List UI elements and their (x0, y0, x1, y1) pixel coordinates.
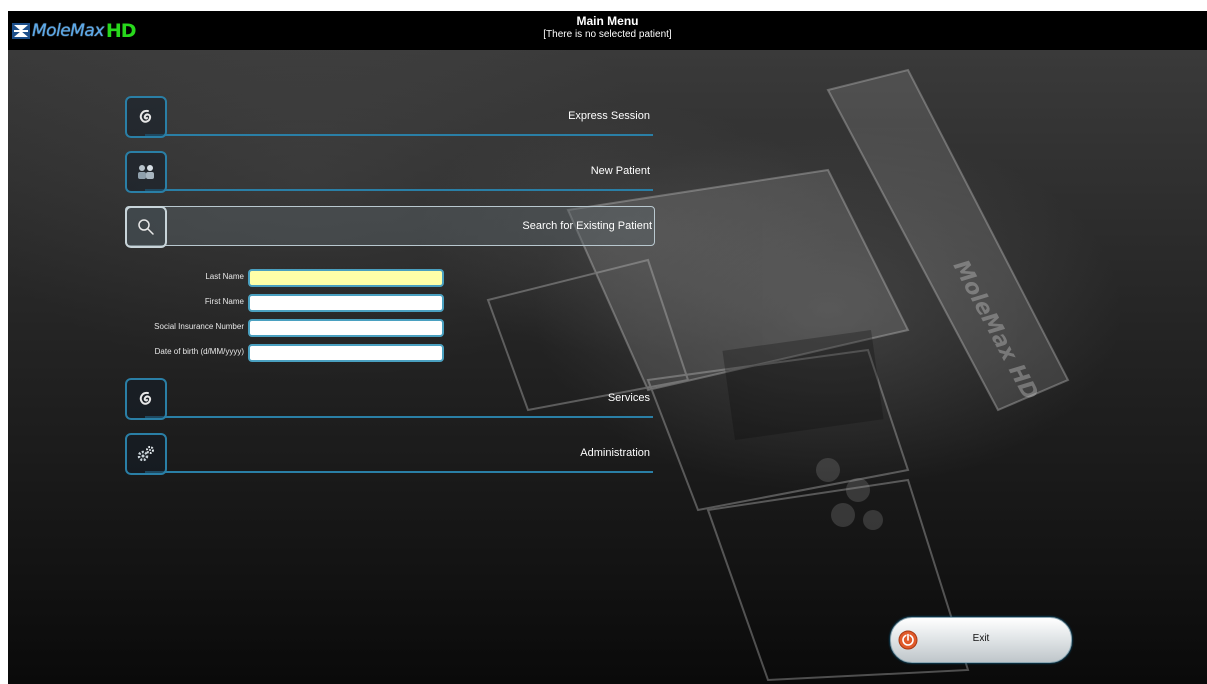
first-name-input[interactable] (248, 294, 444, 312)
exit-label: Exit (972, 633, 990, 644)
new-patient-icon-box[interactable] (125, 151, 167, 193)
administration-icon-box[interactable] (125, 433, 167, 475)
title-bar: MoleMax HD Main Menu [There is no select… (8, 11, 1207, 50)
page-title: Main Menu (576, 14, 639, 28)
device-brand-watermark: MoleMax HD (948, 256, 1043, 404)
first-name-row: First Name (128, 294, 444, 312)
menu-divider (145, 134, 653, 136)
gears-icon (137, 446, 154, 462)
background-device-image: MoleMax HD (486, 68, 1070, 682)
menu-divider (145, 189, 653, 191)
last-name-row: Last Name (128, 269, 444, 287)
last-name-label: Last Name (205, 272, 244, 281)
services-icon-box[interactable] (125, 378, 167, 420)
main-stage: MoleMax HD Express Session New Patient S… (8, 50, 1207, 684)
menu-divider (145, 416, 653, 418)
dob-input[interactable] (248, 344, 444, 362)
patient-status: [There is no selected patient] (543, 29, 672, 40)
search-icon-box[interactable] (125, 206, 167, 248)
menu-new-patient[interactable]: New Patient (125, 151, 653, 193)
menu-express-session[interactable]: Express Session (125, 96, 653, 138)
search-icon (138, 219, 154, 235)
new-patient-label: New Patient (590, 165, 650, 177)
search-patient-label: Search for Existing Patient (522, 220, 652, 232)
services-label: Services (607, 392, 650, 404)
swirl-icon (139, 391, 152, 405)
dob-label: Date of birth (d/MM/yyyy) (154, 347, 244, 356)
exit-button[interactable]: Exit (890, 617, 1072, 663)
users-icon (138, 165, 154, 179)
first-name-label: First Name (204, 297, 244, 306)
sin-label: Social Insurance Number (154, 322, 244, 331)
dob-row: Date of birth (d/MM/yyyy) (128, 344, 444, 362)
express-session-icon-box[interactable] (125, 96, 167, 138)
last-name-input[interactable] (248, 269, 444, 287)
menu-divider (145, 471, 653, 473)
swirl-icon (139, 109, 152, 123)
sin-row: Social Insurance Number (128, 319, 444, 337)
menu-administration[interactable]: Administration (125, 433, 653, 475)
menu-services[interactable]: Services (125, 378, 653, 420)
app-window: MoleMax HD Main Menu [There is no select… (8, 11, 1207, 684)
express-session-label: Express Session (568, 110, 650, 122)
administration-label: Administration (580, 447, 650, 459)
menu-search-patient[interactable]: Search for Existing Patient (125, 206, 655, 248)
sin-input[interactable] (248, 319, 444, 337)
